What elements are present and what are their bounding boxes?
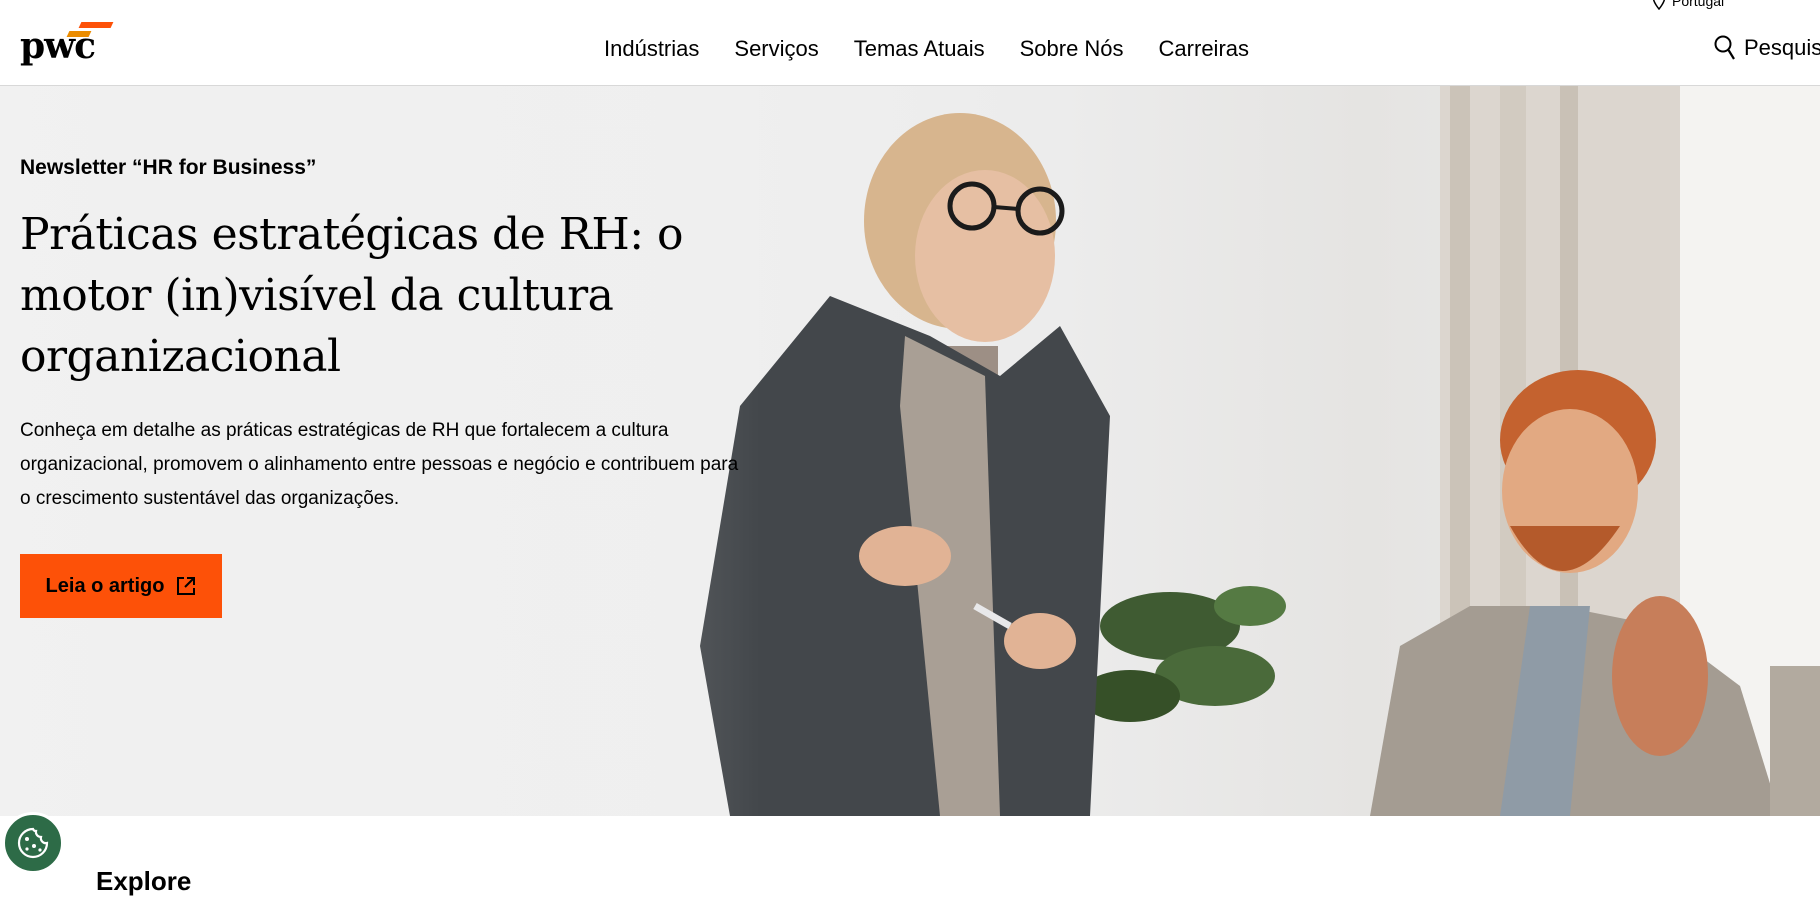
- location-pin-icon: [1652, 0, 1666, 10]
- section-heading: Explore: [96, 866, 192, 896]
- below-hero-section: Explore: [0, 816, 1820, 896]
- nav-item-servicos[interactable]: Serviços: [734, 36, 818, 62]
- logo-wordmark: pwc: [20, 25, 96, 67]
- nav-item-industrias[interactable]: Indústrias: [604, 36, 699, 62]
- locale-label: Portugal: [1672, 0, 1725, 9]
- nav-item-carreiras[interactable]: Carreiras: [1159, 36, 1249, 62]
- hero-description: Conheça em detalhe as práticas estratégi…: [20, 420, 739, 509]
- search-label: Pesquis: [1744, 35, 1820, 60]
- read-article-button[interactable]: Leia o artigo: [20, 554, 222, 618]
- cookie-settings-button[interactable]: [2, 812, 64, 874]
- search-icon: [1714, 35, 1735, 60]
- nav-item-sobre-nos[interactable]: Sobre Nós: [1020, 36, 1124, 62]
- main-navigation: Indústrias Serviços Temas Atuais Sobre N…: [604, 36, 1249, 62]
- hero-headline: Práticas estratégicas de RH: o motor (in…: [20, 209, 684, 382]
- external-link-icon: [177, 577, 196, 595]
- cookie-icon: [17, 827, 49, 859]
- search-button[interactable]: Pesquis: [1714, 35, 1820, 61]
- site-header: pwc Portugal Indústrias Serviços Temas A…: [0, 0, 1820, 86]
- nav-item-temas-atuais[interactable]: Temas Atuais: [854, 36, 985, 62]
- hero-banner: Newsletter “HR for Business” Práticas es…: [0, 86, 1820, 816]
- read-article-label: Leia o artigo: [45, 574, 165, 597]
- locale-selector[interactable]: Portugal: [1652, 0, 1724, 10]
- hero-eyebrow: Newsletter “HR for Business”: [20, 156, 317, 179]
- pwc-logo[interactable]: pwc: [20, 20, 114, 70]
